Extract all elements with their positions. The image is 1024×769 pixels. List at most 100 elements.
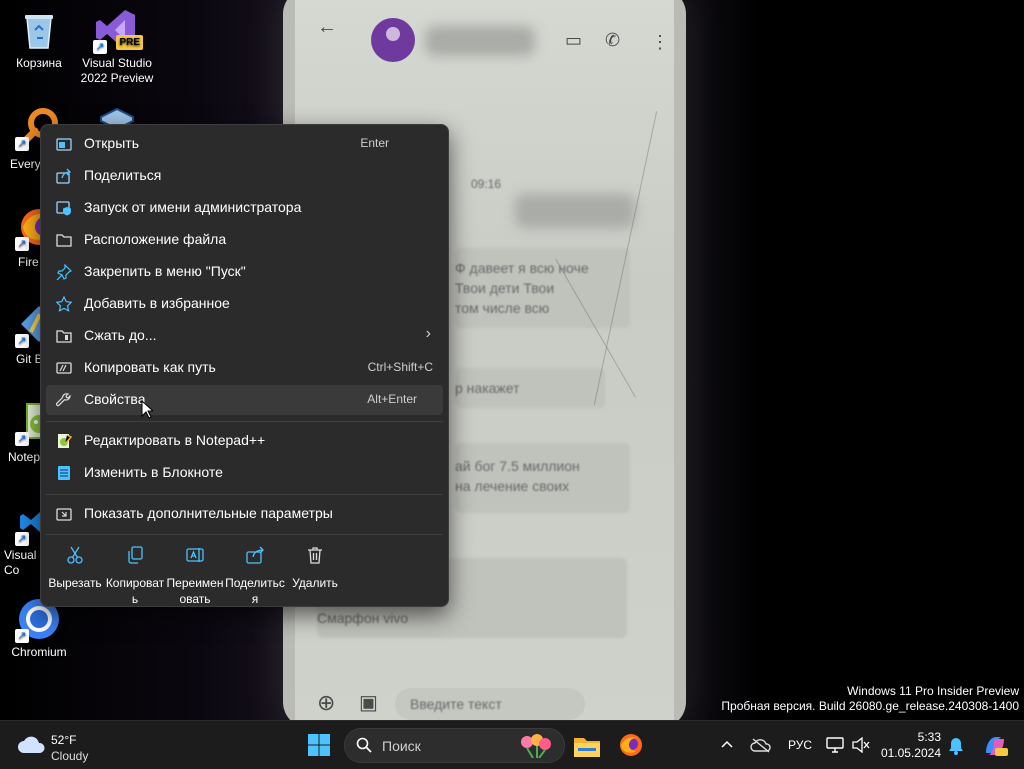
menu-item-label: Расположение файла [84,231,227,247]
taskbar-search[interactable]: Поиск [344,728,565,763]
menu-item-label: Показать дополнительные параметры [84,505,333,521]
menu-item-label: Сжать до... [84,327,157,343]
menu-item-label: Запуск от имени администратора [84,199,302,215]
onedrive-tray-button[interactable] [746,725,776,765]
gallery-icon: ▣ [359,692,378,714]
desktop-icon-label: Chromium [11,645,67,659]
taskbar-file-explorer[interactable] [567,725,607,765]
taskbar: 52°F Cloudy Поиск РУС 5:33 01.05.2024 [0,720,1024,769]
action-label: Копироват ь [105,576,165,606]
notifications-button[interactable] [944,725,968,765]
menu-item-add-favorite[interactable]: Добавить в избранное [46,289,443,319]
blurred-sender [515,194,635,228]
network-tray-button[interactable] [822,725,848,765]
trash-icon [308,547,322,564]
menu-item-share[interactable]: Поделиться [46,161,443,191]
menu-item-label: Изменить в Блокноте [84,464,223,480]
action-copy-button[interactable]: Копироват ь [103,541,167,607]
show-hidden-icons-button[interactable] [712,725,742,765]
menu-item-file-location[interactable]: Расположение файла [46,225,443,255]
windows-logo-icon [308,734,330,756]
menu-item-compress-to[interactable]: Сжать до... › [46,321,443,351]
menu-item-label: Свойства [84,391,146,407]
open-icon [56,138,72,151]
menu-item-shortcut: Ctrl+Shift+C [367,360,433,374]
action-label: Переимен овать [166,576,224,606]
copy-path-icon [56,362,72,374]
desktop-icon-recycle-bin[interactable]: Корзина [0,8,78,71]
recycle-bin-icon [17,8,61,52]
weather-widget[interactable]: 52°F Cloudy [8,725,108,765]
menu-item-open[interactable]: Открыть Enter [46,129,443,159]
shield-run-icon [56,201,71,216]
start-button[interactable] [299,725,339,765]
menu-separator [46,421,443,422]
menu-item-label: Редактировать в Notepad++ [84,432,266,448]
file-explorer-icon [574,738,600,757]
firefox-icon [620,734,642,756]
back-arrow-icon: ← [317,16,337,38]
action-label: Вырезать [48,576,102,590]
cloud-offline-icon [750,738,771,753]
input-language-indicator[interactable]: РУС [788,738,812,752]
menu-item-label: Поделиться [84,167,162,183]
cut-icon [67,546,83,564]
mouse-cursor-icon [141,400,153,419]
menu-item-label: Копировать как путь [84,359,216,375]
action-share-button[interactable]: Поделитьс я [223,541,287,607]
watermark-line-2: Пробная версия. Build 26080.ge_release.2… [721,699,1019,713]
copy-icon [128,546,143,564]
menu-item-edit-notepad-plus-plus[interactable]: Редактировать в Notepad++ [46,426,443,456]
desktop-icon-visual-studio-preview[interactable]: PRE ↗ Visual Studio 2022 Preview [78,8,156,86]
star-icon [56,296,72,312]
menu-item-show-more-options[interactable]: Показать дополнительные параметры [46,499,443,529]
contact-avatar [371,18,415,62]
action-rename-button[interactable]: Переимен овать [163,541,227,607]
folder-icon [56,234,72,247]
menu-item-run-as-admin[interactable]: Запуск от имени администратора [46,193,443,223]
taskbar-firefox[interactable] [611,725,651,765]
copilot-button[interactable] [975,725,1015,765]
share-icon [56,168,71,184]
action-cut-button[interactable]: Вырезать [43,541,107,591]
more-icon: ⋮ [651,32,669,52]
desktop-icon-label: Every [10,157,41,171]
notepad-icon [58,466,70,480]
zip-icon [56,330,72,343]
menu-item-copy-as-path[interactable]: Копировать как путь Ctrl+Shift+C [46,353,443,383]
shortcut-arrow-icon: ↗ [15,137,29,151]
menu-item-edit-notepad[interactable]: Изменить в Блокноте [46,458,443,488]
shortcut-arrow-icon: ↗ [93,40,107,54]
wrench-icon [56,393,71,407]
menu-item-shortcut: Enter [360,136,389,150]
chevron-right-icon: › [425,325,431,342]
add-icon: ⊕ [317,690,336,715]
phone-call-icon: ✆ [605,30,621,50]
message-input-placeholder: Введите текст [410,696,502,712]
desktop-icon-label: Visual Studio 2022 Preview [80,56,154,85]
shortcut-arrow-icon: ↗ [15,334,29,348]
volume-tray-button[interactable] [848,725,874,765]
pre-badge: PRE [116,35,143,50]
windows-watermark: Windows 11 Pro Insider Preview Пробная в… [721,684,1019,714]
desktop-icon-label: Fire [18,255,39,269]
watermark-line-1: Windows 11 Pro Insider Preview [847,684,1019,698]
weather-temp: 52°F [51,733,77,747]
menu-item-label: Открыть [84,135,139,151]
shortcut-arrow-icon: ↗ [15,237,29,251]
menu-item-label: Закрепить в меню "Пуск" [84,263,246,279]
taskbar-clock[interactable]: 5:33 01.05.2024 [881,729,941,761]
more-options-icon [56,508,72,521]
pin-icon [56,264,72,280]
message-text: ай бог 7.5 миллион на лечение своих [455,458,580,494]
action-delete-button[interactable]: Удалить [283,541,347,591]
menu-item-properties[interactable]: Свойства Alt+Enter [46,385,443,415]
message-date: 09:16 [471,177,502,191]
menu-item-shortcut: Alt+Enter [367,392,417,406]
action-label: Удалить [292,576,338,590]
share-icon [246,546,264,564]
flowers-search-highlight-icon [521,734,551,758]
desktop-icon-label: Notep [8,450,41,464]
menu-item-pin-to-start[interactable]: Закрепить в меню "Пуск" [46,257,443,287]
network-icon [826,737,844,753]
